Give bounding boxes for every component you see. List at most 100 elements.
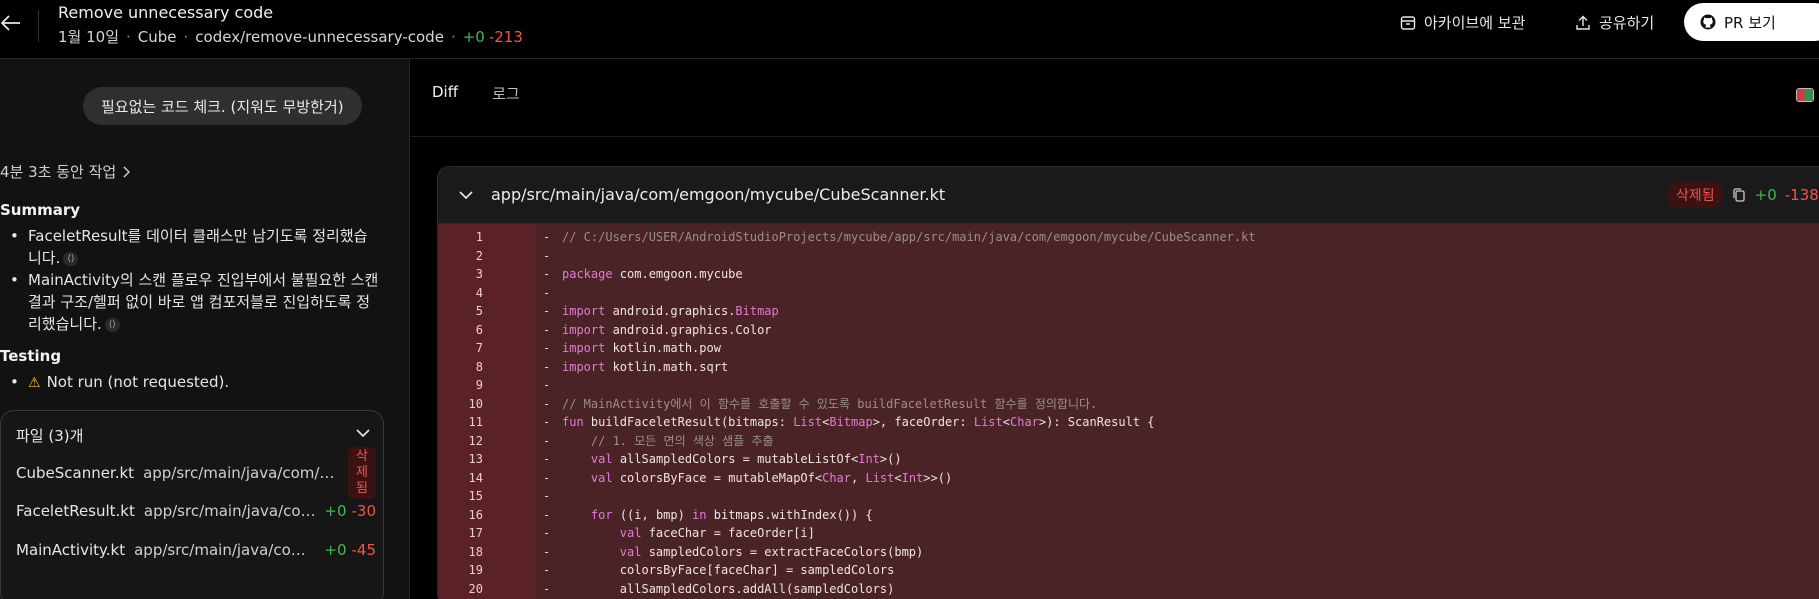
line-number: 7 xyxy=(475,341,483,355)
conversation-panel: 필요없는 코드 체크. (지워도 무방한거) 4분 3초 동안 작업 Summa… xyxy=(0,59,410,599)
share-icon xyxy=(1576,15,1590,30)
changed-files-panel: 파일 (3)개 CubeScanner.kt app/src/main/java… xyxy=(0,410,384,599)
testing-heading: Testing xyxy=(0,347,62,365)
line-number: 6 xyxy=(475,322,483,337)
archive-button[interactable]: 아카이브에 보관 xyxy=(1400,12,1525,33)
chevron-down-icon xyxy=(459,191,473,199)
task-repo: Cube xyxy=(137,27,177,46)
diff-marker: - xyxy=(543,304,551,318)
task-date: 1월 10일 xyxy=(58,28,119,46)
header-divider xyxy=(38,10,39,42)
code-text: val sampledColors = extractFaceColors(bm… xyxy=(619,544,924,559)
deletions-count: -213 xyxy=(488,27,523,46)
list-item: FaceletResult를 데이터 클래스만 남기도록 정리했습니다.⟨⟩ xyxy=(10,225,380,269)
collapse-files-button[interactable] xyxy=(353,423,373,443)
additions-count: +0 xyxy=(462,27,485,46)
code-text: val colorsByFace = mutableMapOf<Char, Li… xyxy=(590,470,953,485)
diff-line: 8 - import kotlin.math.sqrt xyxy=(438,358,1819,377)
line-number: 1 xyxy=(475,230,483,244)
file-path: app/src/main/java/com/emgoon/mycube/Cube… xyxy=(491,185,946,204)
split-view-toggle-icon[interactable] xyxy=(1796,88,1814,102)
file-item-cubescanner[interactable]: CubeScanner.kt app/src/main/java/com/e..… xyxy=(16,447,376,499)
diff-marker: - xyxy=(543,378,551,392)
diff-marker: - xyxy=(543,285,551,300)
back-button[interactable] xyxy=(0,9,22,37)
diff-line: 4- xyxy=(438,284,1819,303)
line-number: 17 xyxy=(468,526,483,540)
line-number: 14 xyxy=(468,470,483,485)
line-number: 16 xyxy=(468,507,483,522)
code-text: import android.graphics.Color xyxy=(562,322,772,337)
user-prompt-bubble: 필요없는 코드 체크. (지워도 무방한거) xyxy=(83,87,362,125)
view-pr-button[interactable]: PR 보기 xyxy=(1684,3,1819,41)
diff-code-area: 1-// C:/Users/USER/AndroidStudioProjects… xyxy=(438,224,1819,599)
diff-line: 3 - package com.emgoon.mycube xyxy=(438,265,1819,284)
line-number: 11 xyxy=(468,415,483,429)
code-text: import kotlin.math.sqrt xyxy=(562,359,729,374)
tab-log[interactable]: 로그 xyxy=(492,83,520,104)
line-number: 18 xyxy=(468,544,483,559)
diff-line: 6 - import android.graphics.Color xyxy=(438,321,1819,340)
line-number: 10 xyxy=(468,396,483,411)
tab-diff[interactable]: Diff xyxy=(432,83,458,104)
collapse-file-button[interactable] xyxy=(456,185,476,205)
code-text: // C:/Users/USER/AndroidStudioProjects/m… xyxy=(562,230,1256,244)
diff-marker: - xyxy=(543,581,551,596)
diff-marker: - xyxy=(543,248,551,263)
diff-marker: - xyxy=(543,526,551,540)
deleted-badge: 삭제됨 xyxy=(1668,182,1723,208)
work-duration-toggle[interactable]: 4분 3초 동안 작업 xyxy=(0,161,131,182)
archive-icon xyxy=(1400,15,1416,30)
task-title: Remove unnecessary code xyxy=(58,3,274,22)
file-diff-header: app/src/main/java/com/emgoon/mycube/Cube… xyxy=(438,167,1819,224)
diff-marker: - xyxy=(543,230,551,244)
share-button[interactable]: 공유하기 xyxy=(1575,12,1654,33)
diff-line: 7 - import kotlin.math.pow xyxy=(438,339,1819,358)
code-text: import kotlin.math.pow xyxy=(562,341,721,355)
diff-marker: - xyxy=(543,341,551,355)
code-text: // MainActivity에서 이 함수를 호출할 수 있도록 buildF… xyxy=(562,396,1098,411)
chevron-right-icon xyxy=(123,165,131,178)
task-meta: 1월 10일 · Cube · codex/remove-unnecessary… xyxy=(58,27,523,47)
citation-icon[interactable]: ⟨⟩ xyxy=(104,317,120,332)
summary-heading: Summary xyxy=(0,201,81,219)
diff-marker: - xyxy=(543,489,551,503)
file-item-faceletresult[interactable]: FaceletResult.kt app/src/main/java/com/.… xyxy=(16,496,376,526)
file-item-mainactivity[interactable]: MainActivity.kt app/src/main/java/com/..… xyxy=(16,535,376,565)
divider xyxy=(411,136,1819,137)
top-bar: Remove unnecessary code 1월 10일 · Cube · … xyxy=(0,0,1819,59)
diff-marker: - xyxy=(543,507,551,522)
file-additions: +0 xyxy=(1754,186,1777,204)
line-number: 20 xyxy=(468,581,483,596)
diff-line: 17 - val faceChar = faceOrder[i] xyxy=(438,524,1819,543)
line-number: 3 xyxy=(475,267,483,281)
testing-list: ⚠Not run (not requested). xyxy=(10,371,380,394)
code-text: import android.graphics.Bitmap xyxy=(562,304,779,318)
line-number: 4 xyxy=(475,285,483,300)
file-diff-card: app/src/main/java/com/emgoon/mycube/Cube… xyxy=(437,166,1819,599)
warning-icon: ⚠ xyxy=(28,375,41,391)
diff-marker: - xyxy=(543,470,551,485)
diff-line: 16 - for ((i, bmp) in bitmaps.withIndex()… xyxy=(438,506,1819,525)
line-number: 15 xyxy=(468,489,483,503)
task-branch[interactable]: codex/remove-unnecessary-code xyxy=(195,28,444,46)
line-number: 12 xyxy=(468,433,483,448)
copy-path-icon[interactable] xyxy=(1731,186,1747,204)
line-number: 2 xyxy=(475,248,483,263)
diff-marker: - xyxy=(543,544,551,559)
file-diff-actions: 삭제됨 +0 -138 xyxy=(1668,182,1819,208)
diff-line: 5 - import android.graphics.Bitmap xyxy=(438,302,1819,321)
citation-icon[interactable]: ⟨⟩ xyxy=(63,251,79,266)
diff-line: 19 - colorsByFace[faceChar] = sampledColo… xyxy=(438,561,1819,580)
line-number: 9 xyxy=(475,378,483,392)
list-item: MainActivity의 스캔 플로우 진입부에서 불필요한 스캔 결과 구조… xyxy=(10,269,380,335)
file-deletions: -138 xyxy=(1784,186,1819,204)
diff-line: 12 - // 1. 모든 면의 색상 샘플 추출 xyxy=(438,432,1819,451)
diff-line: 10 -// MainActivity에서 이 함수를 호출할 수 있도록 bui… xyxy=(438,395,1819,414)
files-heading: 파일 (3)개 xyxy=(16,427,84,445)
code-text: val faceChar = faceOrder[i] xyxy=(619,526,815,540)
list-item: ⚠Not run (not requested). xyxy=(10,371,380,394)
line-number: 5 xyxy=(475,304,483,318)
diff-marker: - xyxy=(543,563,551,577)
diff-marker: - xyxy=(543,433,551,448)
